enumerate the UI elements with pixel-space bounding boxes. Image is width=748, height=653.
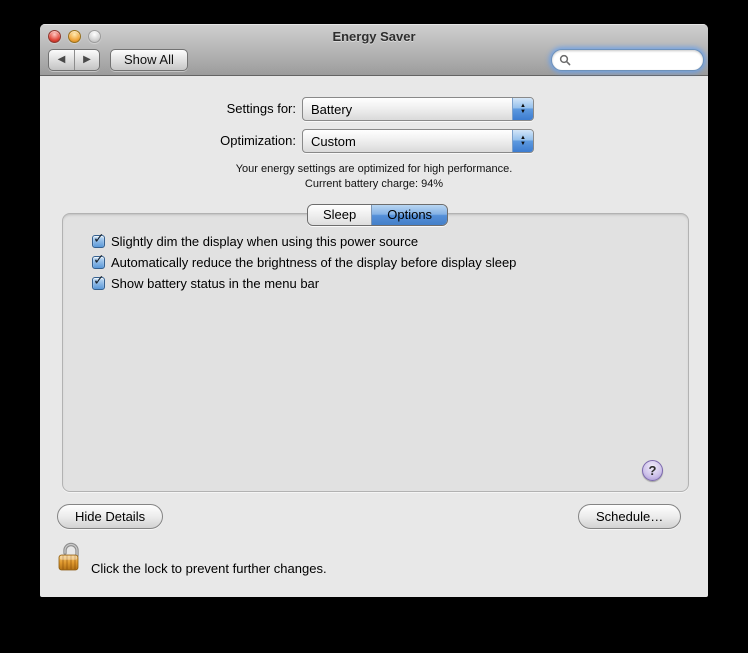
energy-saver-window: Energy Saver ◀ ▶ Show All Settings for: … [40, 24, 708, 597]
down-arrow-icon: ▼ [520, 140, 526, 147]
search-input[interactable] [575, 52, 699, 68]
popup-stepper-icon: ▲ ▼ [512, 130, 533, 152]
tab-sleep[interactable]: Sleep [308, 205, 372, 225]
popup-stepper-icon: ▲ ▼ [512, 98, 533, 120]
checkbox-label[interactable]: Show battery status in the menu bar [111, 276, 319, 291]
tab-options[interactable]: Options [371, 205, 448, 225]
unlocked-padlock-icon[interactable] [58, 540, 84, 574]
reduce-brightness-checkbox[interactable]: ✓ [92, 251, 105, 269]
lock-row: Click the lock to prevent further change… [58, 540, 458, 580]
checkbox-row-dim-display: ✓ Slightly dim the display when using th… [92, 230, 418, 249]
window-title: Energy Saver [332, 29, 416, 44]
up-arrow-icon: ▲ [520, 134, 526, 141]
settings-for-popup[interactable]: Battery ▲ ▼ [302, 97, 534, 121]
forward-button[interactable]: ▶ [74, 50, 99, 70]
search-icon [559, 54, 571, 66]
settings-for-value: Battery [311, 101, 353, 117]
show-all-button[interactable]: Show All [110, 49, 188, 71]
optimization-value: Custom [311, 133, 356, 149]
checkbox-label[interactable]: Automatically reduce the brightness of t… [111, 255, 516, 270]
optimization-popup[interactable]: Custom ▲ ▼ [302, 129, 534, 153]
checkbox-row-battery-status: ✓ Show battery status in the menu bar [92, 272, 319, 291]
help-button[interactable]: ? [642, 460, 663, 481]
back-arrow-icon: ◀ [57, 54, 66, 65]
schedule-button[interactable]: Schedule… [578, 504, 682, 529]
nav-history-control: ◀ ▶ [48, 49, 100, 71]
search-field[interactable] [551, 49, 704, 71]
checkmark-icon: ✓ [93, 250, 105, 267]
options-panel: ✓ Slightly dim the display when using th… [62, 213, 689, 492]
up-arrow-icon: ▲ [520, 102, 526, 109]
checkmark-icon: ✓ [93, 271, 105, 288]
hide-details-button[interactable]: Hide Details [57, 504, 164, 529]
back-button[interactable]: ◀ [49, 50, 74, 70]
settings-for-label: Settings for: [226, 101, 296, 116]
optimization-info-text: Your energy settings are optimized for h… [235, 163, 513, 175]
sleep-options-tab-bar: Sleep Options [307, 204, 449, 226]
checkbox-row-reduce-brightness: ✓ Automatically reduce the brightness of… [92, 251, 516, 270]
window-header: Energy Saver ◀ ▶ Show All [40, 24, 708, 76]
battery-charge-text: Current battery charge: 94% [304, 178, 444, 190]
checkmark-icon: ✓ [93, 229, 105, 246]
dim-display-checkbox[interactable]: ✓ [92, 230, 105, 248]
battery-status-checkbox[interactable]: ✓ [92, 272, 105, 290]
optimization-label: Optimization: [220, 133, 296, 148]
down-arrow-icon: ▼ [520, 108, 526, 115]
lock-hint-text: Click the lock to prevent further change… [91, 561, 327, 576]
checkbox-label[interactable]: Slightly dim the display when using this… [111, 234, 418, 249]
forward-arrow-icon: ▶ [83, 54, 91, 65]
